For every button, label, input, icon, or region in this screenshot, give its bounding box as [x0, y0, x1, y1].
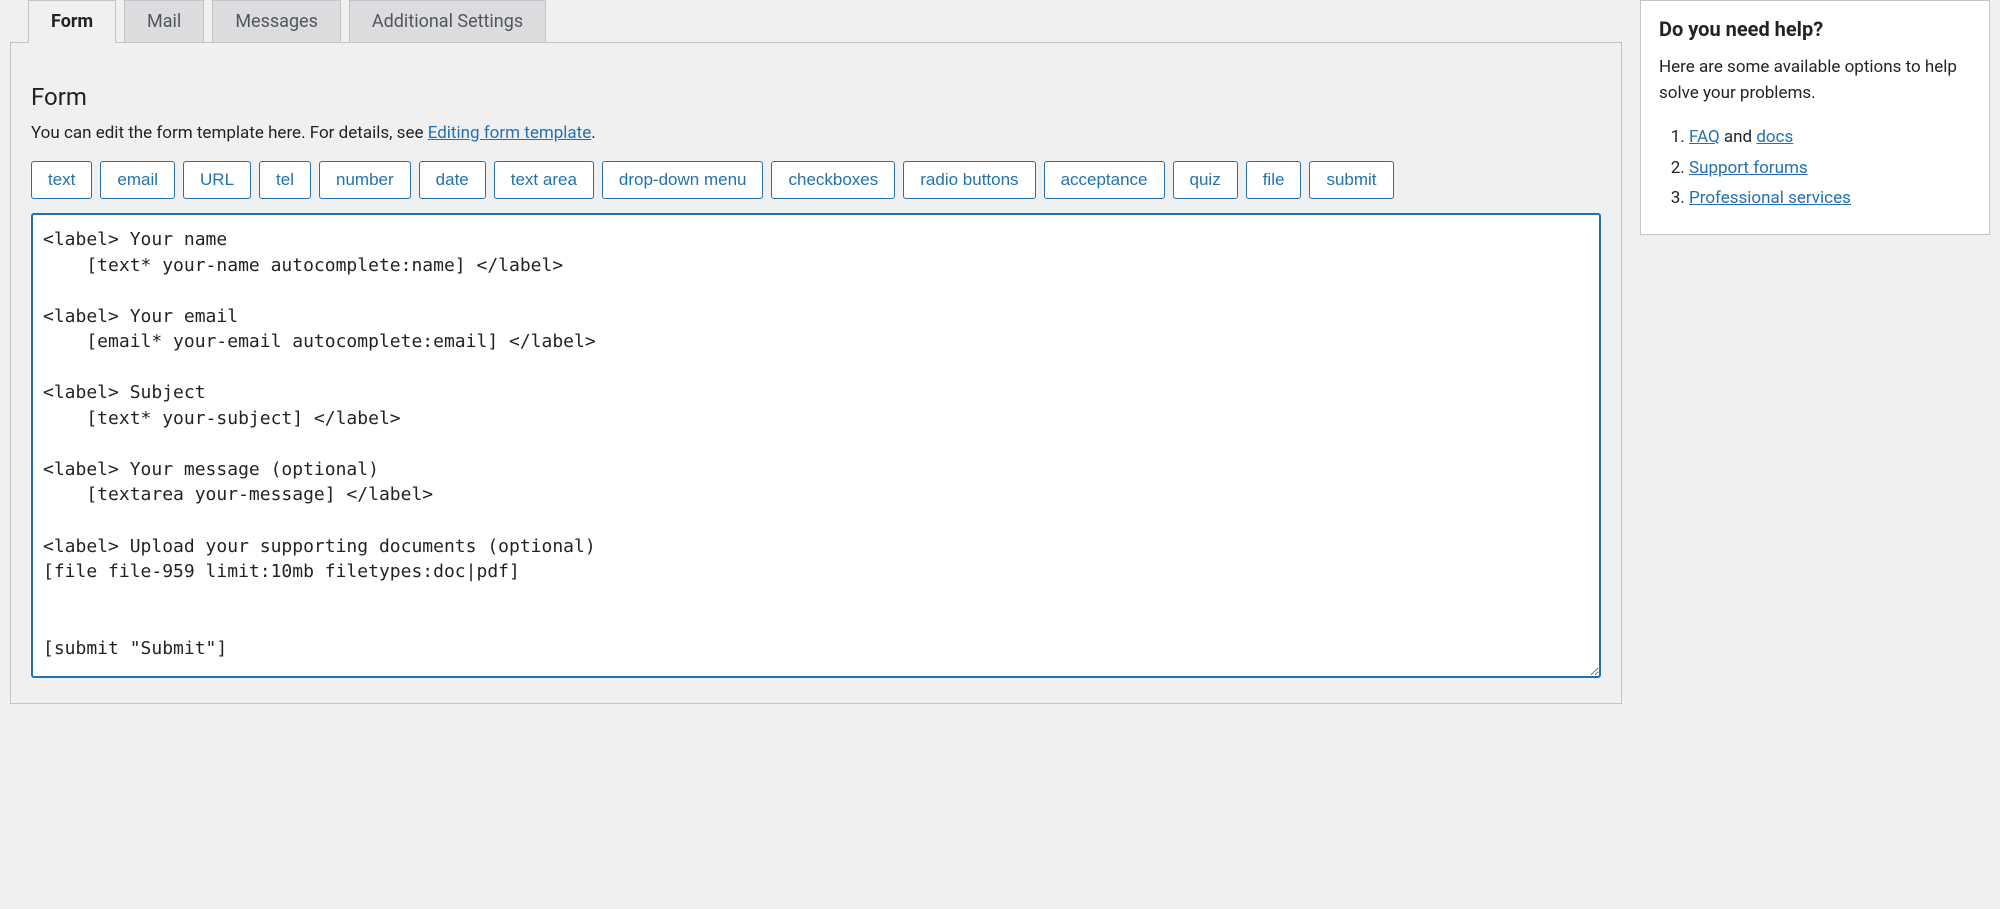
tab-mail[interactable]: Mail: [124, 0, 204, 43]
tag-email-button[interactable]: email: [100, 161, 175, 199]
help-box: Do you need help? Here are some availabl…: [1640, 0, 1990, 235]
tag-date-button[interactable]: date: [419, 161, 486, 199]
tag-tel-button[interactable]: tel: [259, 161, 311, 199]
tag-generator-row: text email URL tel number date text area…: [31, 161, 1601, 199]
tag-textarea-button[interactable]: text area: [494, 161, 594, 199]
form-panel: Form You can edit the form template here…: [10, 42, 1622, 704]
tab-additional-settings[interactable]: Additional Settings: [349, 0, 546, 43]
tag-number-button[interactable]: number: [319, 161, 411, 199]
tab-form[interactable]: Form: [28, 0, 116, 43]
tabs: Form Mail Messages Additional Settings: [28, 0, 1622, 43]
help-item-services: Professional services: [1689, 183, 1971, 214]
help-item-faq-mid: and: [1720, 127, 1757, 147]
tag-file-button[interactable]: file: [1246, 161, 1302, 199]
intro-suffix: .: [591, 123, 595, 143]
professional-services-link[interactable]: Professional services: [1689, 188, 1851, 208]
tag-checkboxes-button[interactable]: checkboxes: [771, 161, 895, 199]
tab-messages[interactable]: Messages: [212, 0, 341, 43]
tag-text-button[interactable]: text: [31, 161, 92, 199]
panel-heading: Form: [31, 83, 1601, 111]
tag-url-button[interactable]: URL: [183, 161, 251, 199]
tag-dropdown-button[interactable]: drop-down menu: [602, 161, 764, 199]
help-item-forums: Support forums: [1689, 153, 1971, 184]
support-forums-link[interactable]: Support forums: [1689, 158, 1808, 178]
tag-acceptance-button[interactable]: acceptance: [1044, 161, 1165, 199]
tag-submit-button[interactable]: submit: [1309, 161, 1393, 199]
help-intro: Here are some available options to help …: [1659, 55, 1971, 106]
help-list: FAQ and docs Support forums Professional…: [1659, 122, 1971, 214]
intro-prefix: You can edit the form template here. For…: [31, 123, 428, 143]
help-item-faq: FAQ and docs: [1689, 122, 1971, 153]
panel-intro: You can edit the form template here. For…: [31, 123, 1601, 143]
help-title: Do you need help?: [1659, 17, 1971, 41]
faq-link[interactable]: FAQ: [1689, 127, 1720, 147]
tag-quiz-button[interactable]: quiz: [1173, 161, 1238, 199]
form-template-textarea[interactable]: [31, 213, 1601, 678]
tag-radio-button[interactable]: radio buttons: [903, 161, 1035, 199]
editing-form-template-link[interactable]: Editing form template: [428, 123, 592, 143]
docs-link[interactable]: docs: [1756, 127, 1793, 147]
